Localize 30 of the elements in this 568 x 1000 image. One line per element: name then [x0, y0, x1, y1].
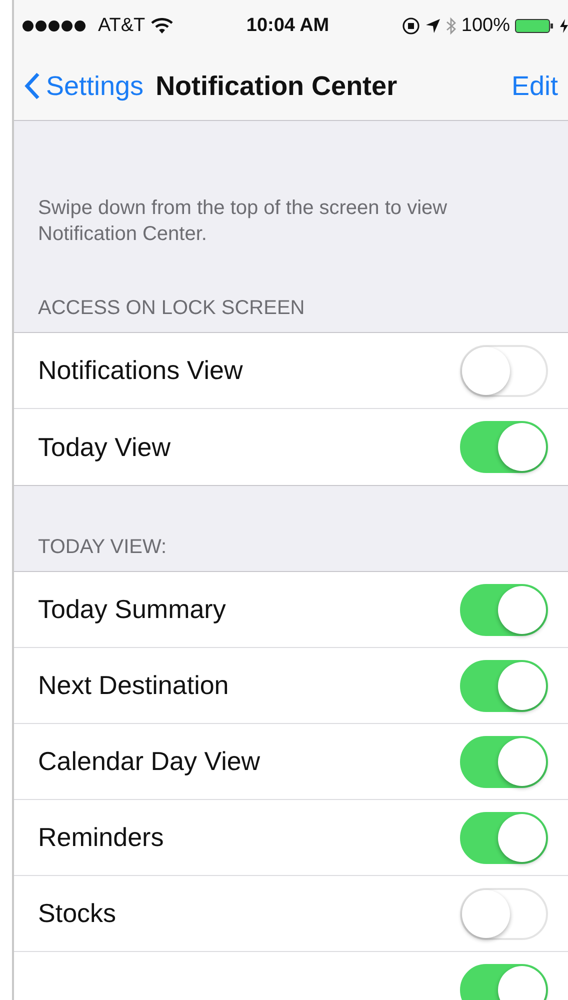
setting-label: Calendar Day View [38, 746, 260, 777]
setting-label: Next Destination [38, 670, 229, 701]
toggle-switch[interactable] [460, 584, 548, 636]
charging-bolt-icon [560, 19, 568, 33]
back-button[interactable]: Settings [24, 70, 144, 102]
section-header: ACCESS ON LOCK SCREEN [38, 297, 305, 319]
battery-percent: 100% [461, 15, 510, 37]
toggle-switch[interactable] [460, 660, 548, 712]
page-title: Notification Center [156, 70, 398, 102]
toggle-switch[interactable] [460, 344, 548, 396]
bluetooth-icon [446, 17, 456, 35]
edit-button[interactable]: Edit [511, 70, 558, 102]
setting-label: Reminders [38, 822, 164, 853]
setting-label: Notifications View [38, 355, 243, 386]
setting-label: Today View [38, 432, 170, 462]
toggle-switch[interactable] [460, 888, 548, 940]
section-header: TODAY VIEW: [38, 536, 167, 558]
location-arrow-icon [425, 18, 442, 34]
carrier-name: AT&T [98, 15, 146, 37]
toggle-switch[interactable] [460, 812, 548, 864]
setting-label: Today Summary [38, 594, 226, 625]
toggle-switch[interactable] [460, 421, 548, 473]
setting-label: Stocks [38, 898, 116, 929]
chevron-left-icon [24, 72, 40, 100]
section-footer-text: Swipe down from the top of the screen to view Notification Center. [37, 196, 448, 247]
battery-icon [514, 18, 555, 34]
toggle-switch[interactable] [460, 736, 548, 788]
wifi-icon [151, 18, 174, 34]
clock-time: 10:04 AM [246, 15, 330, 37]
rotation-lock-icon [402, 17, 420, 35]
